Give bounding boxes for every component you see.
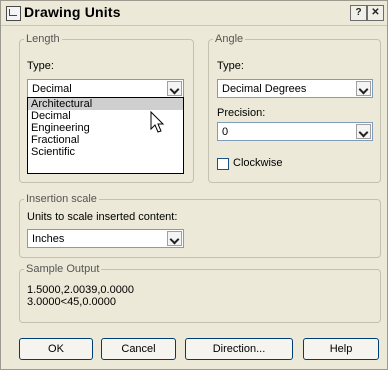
dropdown-option-scientific[interactable]: Scientific (28, 146, 183, 158)
length-type-combo[interactable]: Decimal (27, 79, 184, 98)
title-bar: Drawing Units ? ✕ (1, 1, 387, 26)
precision-value: 0 (222, 126, 229, 138)
insertion-units-label: Units to scale inserted content: (27, 211, 178, 223)
insertion-units-value: Inches (32, 233, 65, 245)
mouse-pointer-icon (150, 111, 165, 133)
app-icon (6, 6, 21, 21)
dropdown-option-fractional[interactable]: Fractional (28, 134, 183, 146)
insertion-scale-legend: Insertion scale (26, 193, 97, 205)
sample-output-line-1: 1.5000,2.0039,0.0000 (27, 284, 135, 296)
length-legend: Length (26, 33, 60, 45)
dialog-title: Drawing Units (24, 4, 121, 20)
angle-legend: Angle (215, 33, 244, 45)
help-button[interactable]: Help (303, 338, 379, 360)
clockwise-checkbox[interactable] (217, 158, 229, 170)
drawing-units-dialog: Drawing Units ? ✕ Length Type: Decimal A… (0, 0, 388, 370)
precision-combo[interactable]: 0 (217, 122, 373, 141)
chevron-down-icon[interactable] (356, 81, 371, 96)
sample-output-line-2: 3.0000<45,0.0000 (27, 296, 117, 308)
angle-type-label: Type: (217, 60, 244, 72)
chevron-down-icon[interactable] (356, 124, 371, 139)
sample-output-legend: Sample Output (26, 263, 100, 275)
help-icon[interactable]: ? (350, 5, 367, 21)
angle-type-value: Decimal Degrees (222, 83, 307, 95)
direction-button[interactable]: Direction... (185, 338, 293, 360)
close-icon[interactable]: ✕ (367, 5, 384, 21)
length-type-label: Type: (27, 60, 54, 72)
angle-type-combo[interactable]: Decimal Degrees (217, 79, 373, 98)
insertion-units-combo[interactable]: Inches (27, 229, 184, 248)
chevron-down-icon[interactable] (167, 81, 182, 96)
insertion-scale-group: Insertion scale (19, 193, 381, 258)
dropdown-option-architectural[interactable]: Architectural (28, 98, 183, 110)
length-type-value: Decimal (32, 83, 72, 95)
ok-button[interactable]: OK (19, 338, 93, 360)
chevron-down-icon[interactable] (167, 231, 182, 246)
precision-label: Precision: (217, 107, 266, 119)
length-type-dropdown[interactable]: Architectural Decimal Engineering Fracti… (27, 97, 184, 174)
clockwise-label[interactable]: Clockwise (233, 157, 283, 169)
cancel-button[interactable]: Cancel (101, 338, 176, 360)
